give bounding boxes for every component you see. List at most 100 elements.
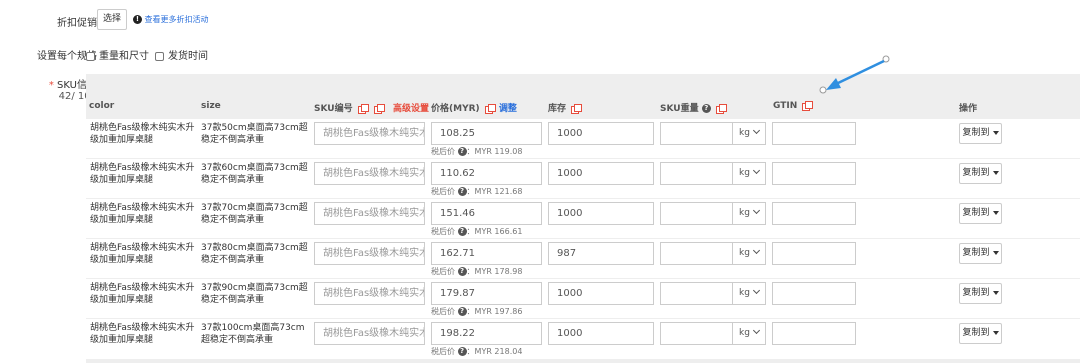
gtin-input[interactable]	[772, 282, 856, 305]
tax-price-value: ：MYR 218.04	[466, 347, 523, 356]
copy-to-button[interactable]: 复制到	[959, 123, 1002, 144]
weight-unit-select[interactable]: kg	[732, 162, 766, 185]
stock-input[interactable]: 1000	[548, 122, 654, 145]
weight-input[interactable]	[660, 162, 733, 185]
weight-unit-label: kg	[739, 288, 750, 298]
color-cell: 胡桃色Fas级橡木纯实木升级加重加厚桌腿	[90, 203, 195, 225]
tax-price-value: ：MYR 197.86	[466, 307, 523, 316]
gtin-input[interactable]	[772, 162, 856, 185]
gtin-input[interactable]	[772, 322, 856, 345]
question-circle-icon[interactable]: ?	[457, 347, 467, 356]
copy-icon[interactable]	[373, 104, 385, 114]
stock-input[interactable]: 1000	[548, 202, 654, 225]
sku-code-input[interactable]: 胡桃色Fas级橡木纯实木	[314, 202, 425, 225]
sku-code-input[interactable]: 胡桃色Fas级橡木纯实木	[314, 122, 425, 145]
weight-unit-select[interactable]: kg	[732, 282, 766, 305]
more-discount-link[interactable]: 查看更多折扣活动	[145, 15, 209, 24]
gtin-input[interactable]	[772, 122, 856, 145]
price-input[interactable]: 162.71	[431, 242, 542, 265]
stock-input[interactable]: 1000	[548, 282, 654, 305]
sku-code-input[interactable]: 胡桃色Fas级橡木纯实木	[314, 322, 425, 345]
copy-to-button[interactable]: 复制到	[959, 203, 1002, 224]
stock-input[interactable]: 1000	[548, 162, 654, 185]
color-cell: 胡桃色Fas级橡木纯实木升级加重加厚桌腿	[90, 283, 195, 305]
size-cell: 37款60cm桌面高73cm超稳定不倒高承重	[201, 163, 308, 185]
table-row: 胡桃色Fas级橡木纯实木升级加重加厚桌腿 37款100cm桌面高73cm超稳定不…	[86, 319, 1080, 359]
spec-option-shipping[interactable]: 发货时间	[155, 47, 208, 62]
price-input[interactable]: 151.46	[431, 202, 542, 225]
size-cell: 37款80cm桌面高73cm超稳定不倒高承重	[201, 243, 308, 265]
weight-unit-select[interactable]: kg	[732, 242, 766, 265]
pointer-arrow	[819, 55, 890, 94]
question-circle-icon[interactable]: ?	[457, 147, 467, 156]
caret-down-icon	[992, 210, 999, 215]
question-circle-icon[interactable]: ?	[457, 307, 467, 316]
gtin-input[interactable]	[772, 242, 856, 265]
color-cell: 胡桃色Fas级橡木纯实木升级加重加厚桌腿	[90, 243, 195, 265]
header-color: color	[89, 101, 115, 111]
weight-input[interactable]	[660, 242, 733, 265]
copy-to-label: 复制到	[962, 128, 990, 138]
copy-to-button[interactable]: 复制到	[959, 323, 1002, 344]
weight-unit-select[interactable]: kg	[732, 122, 766, 145]
tax-label: 税后价	[431, 187, 455, 196]
weight-unit-label: kg	[739, 128, 750, 138]
tax-price: 税后价 ? ：MYR 121.68	[431, 186, 522, 197]
header-gtin-label: GTIN	[773, 101, 798, 111]
price-input[interactable]: 110.62	[431, 162, 542, 185]
header-action: 操作	[959, 104, 978, 114]
color-cell: 胡桃色Fas级橡木纯实木升级加重加厚桌腿	[90, 163, 195, 185]
price-input[interactable]: 108.25	[431, 122, 542, 145]
copy-to-label: 复制到	[962, 208, 990, 218]
weight-unit-select[interactable]: kg	[732, 322, 766, 345]
gtin-input[interactable]	[772, 202, 856, 225]
weight-input[interactable]	[660, 122, 733, 145]
sku-code-input[interactable]: 胡桃色Fas级橡木纯实木	[314, 282, 425, 305]
copy-icon[interactable]	[715, 104, 727, 114]
chevron-down-icon	[752, 166, 760, 175]
spec-option-weight[interactable]: 重量和尺寸	[86, 47, 149, 62]
weight-input[interactable]	[660, 322, 733, 345]
color-cell: 胡桃色Fas级橡木纯实木升级加重加厚桌腿	[90, 323, 195, 345]
adjust-price-link[interactable]: 调整	[499, 104, 517, 114]
stock-input[interactable]: 1000	[548, 322, 654, 345]
tax-label: 税后价	[431, 227, 455, 236]
header-stock-label: 库存	[548, 104, 567, 114]
weight-input[interactable]	[660, 282, 733, 305]
copy-icon[interactable]	[802, 101, 814, 111]
header-price: 价格(MYR) 调整	[431, 101, 517, 114]
question-circle-icon[interactable]: ?	[457, 267, 467, 276]
chevron-down-icon	[752, 246, 760, 255]
price-input[interactable]: 198.22	[431, 322, 542, 345]
sku-code-input[interactable]: 胡桃色Fas级橡木纯实木	[314, 162, 425, 185]
header-sku-label: SKU编号	[314, 104, 353, 114]
price-input[interactable]: 179.87	[431, 282, 542, 305]
copy-to-button[interactable]: 复制到	[959, 163, 1002, 184]
weight-option-label: 重量和尺寸	[99, 51, 149, 62]
caret-down-icon	[992, 130, 999, 135]
weight-unit-label: kg	[739, 168, 750, 178]
advanced-settings-link[interactable]: 高级设置	[393, 104, 429, 114]
copy-icon[interactable]	[484, 104, 496, 114]
select-discount-button[interactable]: 选择	[97, 9, 127, 30]
weight-checkbox[interactable]	[86, 51, 95, 61]
table-row: 胡桃色Fas级橡木纯实木升级加重加厚桌腿 37款60cm桌面高73cm超稳定不倒…	[86, 159, 1080, 198]
header-weight-label: SKU重量	[660, 104, 699, 114]
tax-label: 税后价	[431, 147, 455, 156]
sku-code-input[interactable]: 胡桃色Fas级橡木纯实木	[314, 242, 425, 265]
copy-to-label: 复制到	[962, 168, 990, 178]
question-circle-icon[interactable]: ?	[457, 227, 467, 236]
question-circle-icon[interactable]: ?	[457, 187, 467, 196]
weight-unit-select[interactable]: kg	[732, 202, 766, 225]
weight-input[interactable]	[660, 202, 733, 225]
question-circle-icon[interactable]: ?	[701, 104, 711, 113]
copy-to-button[interactable]: 复制到	[959, 243, 1002, 264]
tax-price-value: ：MYR 166.61	[466, 227, 523, 236]
copy-to-button[interactable]: 复制到	[959, 283, 1002, 304]
copy-icon[interactable]	[571, 104, 583, 114]
header-stock: 库存	[548, 101, 583, 114]
shipping-time-checkbox[interactable]	[155, 51, 164, 61]
size-cell: 37款100cm桌面高73cm超稳定不倒高承重	[201, 323, 305, 345]
stock-input[interactable]: 987	[548, 242, 654, 265]
copy-icon[interactable]	[357, 104, 369, 114]
